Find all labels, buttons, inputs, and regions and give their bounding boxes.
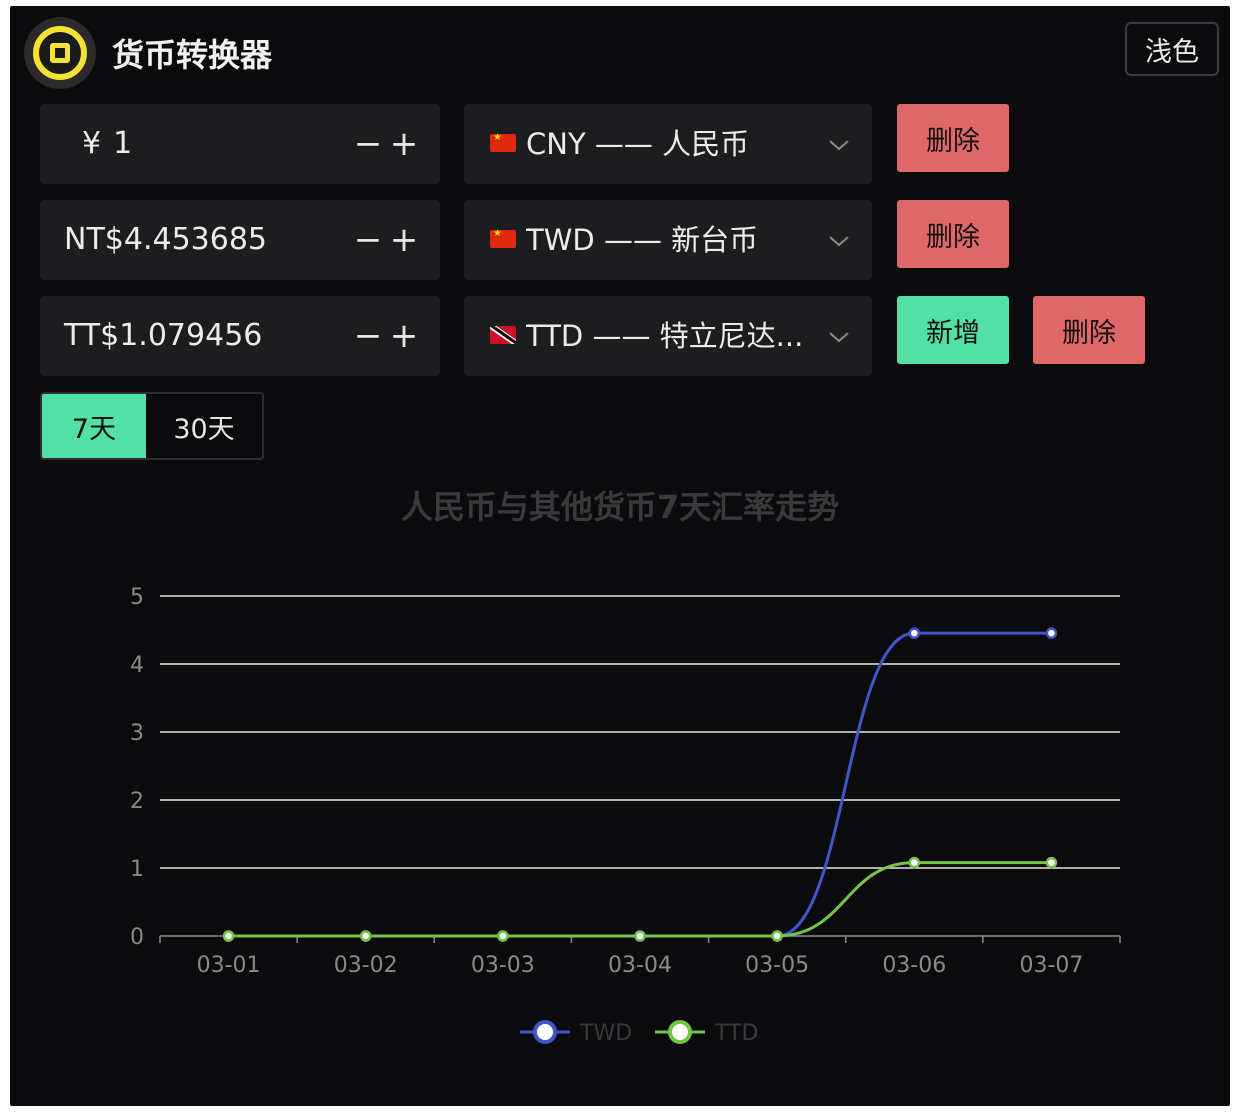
legend-label-twd: TWD [579,1021,632,1046]
legend-label-ttd: TTD [714,1021,758,1046]
data-point-ttd [497,930,509,942]
x-tick-label: 03-05 [745,953,809,978]
data-point-ttd [634,930,646,942]
x-tick-label: 03-04 [608,953,672,978]
data-point-ttd [771,930,783,942]
x-tick-label: 03-07 [1019,953,1083,978]
x-tick-label: 03-03 [471,953,535,978]
y-tick-label: 2 [130,789,144,814]
x-tick-label: 03-01 [197,953,261,978]
rate-trend-chart: 0 1 2 3 4 5 03-01 03-02 03-03 03-04 03-05 03-06 03-0… [130,585,1121,1046]
converter-panel: 货币转换器 浅色 ¥1 − + CNY —— 人民币 删除 NT$4.45368… [10,6,1230,1106]
x-tick-label: 03-06 [882,953,946,978]
y-tick-label: 1 [130,857,144,882]
legend-marker-ttd [668,1020,692,1044]
x-tick-label: 03-02 [334,953,398,978]
data-point-twd [1045,627,1058,639]
data-point-ttd [1045,856,1058,869]
series-line-twd [228,631,1052,938]
data-point-ttd [359,930,372,942]
data-point-twd [908,627,921,639]
y-tick-label: 0 [130,925,144,950]
legend-marker-twd [533,1020,557,1044]
series-line-ttd [228,861,1052,938]
y-tick-label: 3 [130,721,144,746]
y-tick-label: 4 [130,653,144,678]
data-point-ttd [222,930,235,942]
y-tick-label: 5 [130,585,144,610]
data-point-ttd [908,856,921,869]
